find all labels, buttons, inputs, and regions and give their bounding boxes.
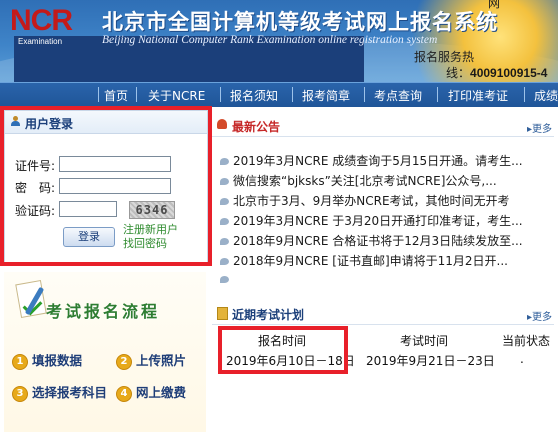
bullet-icon [220,198,229,205]
registration-process-panel: 考试报名流程 1 填报数据 2 上传照片 3 选择报考科目 4 网上缴费 [4,272,206,432]
news-item[interactable]: 2018年9月NCRE [证书直邮]申请将于11月2日开... [220,252,550,269]
news-item-empty [220,272,550,286]
phone-label: 线： [446,66,471,80]
nav-brochure[interactable]: 报考简章 [302,87,350,104]
exam-time-cell: 2019年9月21日－23日 [366,354,495,368]
corner-text: 网 [488,0,501,10]
news-header: 最新公告 ▸更多 [212,114,554,137]
more-label: 更多 [532,124,552,135]
column-header-status: 当前状态 [502,334,551,348]
site-title: 北京市全国计算机等级考试网上报名系统 [102,9,498,34]
main-nav: 首页 关于NCRE 报名须知 报考简章 考点查询 打印准考证 成绩 [0,82,558,107]
logo-text: NCR [10,4,73,37]
phone-number: 4009100915-4 [470,66,548,80]
step-online-payment[interactable]: 4 网上缴费 [116,382,186,402]
ncre-logo: NCR Examination [8,4,364,82]
step-number: 4 [116,385,132,402]
news-item-text: 2018年9月NCRE [证书直邮]申请将于11月2日开... [233,254,508,268]
news-item-text: 北京市于3月、9月举办NCRE考试，其他时间无开考 [233,194,510,208]
step-upload-photo[interactable]: 2 上传照片 [116,350,186,370]
nav-separator [98,87,99,102]
exam-more-link[interactable]: ▸更多 [527,308,552,323]
step-label: 选择报考科目 [32,385,108,400]
news-more-link[interactable]: ▸更多 [527,120,552,135]
nav-separator [292,87,293,102]
step-choose-subject[interactable]: 3 选择报考科目 [12,382,107,402]
nav-home[interactable]: 首页 [104,87,128,104]
nav-scores[interactable]: 成绩 [534,87,558,104]
bullet-icon [220,158,229,165]
site-subtitle: Beijing National Computer Rank Examinati… [102,34,438,46]
bullet-icon [220,258,229,265]
highlight-login-box [0,106,212,266]
step-label: 上传照片 [136,353,187,368]
nav-separator [364,87,365,102]
news-item-text: 2019年3月NCRE 成绩查询于5月15日开通。请考生... [233,154,523,168]
bullet-icon [220,238,229,245]
news-item[interactable]: 2019年3月NCRE 成绩查询于5月15日开通。请考生... [220,152,550,169]
form-icon [12,280,48,322]
nav-notice[interactable]: 报名须知 [230,87,278,104]
process-title: 考试报名流程 [46,302,161,321]
step-number: 1 [12,353,28,370]
news-item[interactable]: 2018年9月NCRE 合格证书将于12月3日陆续发放至... [220,232,550,249]
exam-plan-title: 近期考试计划 [232,308,305,322]
nav-separator [220,87,221,102]
exam-plan-header: 近期考试计划 ▸更多 [212,302,554,325]
step-label: 网上缴费 [136,385,187,400]
nav-print-ticket[interactable]: 打印准考证 [448,87,508,104]
news-item-text: 微信搜索“bjksks”关注[北京考试NCRE]公众号,... [233,174,497,188]
nav-venue-query[interactable]: 考点查询 [374,87,422,104]
news-item[interactable]: 北京市于3月、9月举办NCRE考试，其他时间无开考 [220,192,550,209]
calendar-icon [217,307,228,320]
news-item[interactable]: 微信搜索“bjksks”关注[北京考试NCRE]公众号,... [220,172,550,189]
column-header-exam-time: 考试时间 [400,334,449,348]
news-title: 最新公告 [232,120,281,134]
step-fill-data[interactable]: 1 填报数据 [12,350,82,370]
more-label: 更多 [532,312,552,323]
nav-separator [524,87,525,102]
bullet-icon [220,218,229,225]
news-panel: 最新公告 ▸更多 2019年3月NCRE 成绩查询于5月15日开通。请考生...… [212,114,554,294]
bullet-icon [220,178,229,185]
step-number: 2 [116,353,132,370]
status-cell: . [520,352,524,366]
site-header: NCR Examination 北京市全国计算机等级考试网上报名系统 Beiji… [0,0,558,82]
highlight-registration-time-box [218,326,348,374]
service-hotline-label: 报名服务热 [414,50,475,64]
news-item-text: 2019年3月NCRE 于3月20日开通打印准考证，考生... [233,214,523,228]
step-label: 填报数据 [32,353,83,368]
nav-separator [136,87,137,102]
news-item-text: 2018年9月NCRE 合格证书将于12月3日陆续发放至... [233,234,523,248]
news-item[interactable]: 2019年3月NCRE 于3月20日开通打印准考证，考生... [220,212,550,229]
nav-about[interactable]: 关于NCRE [148,87,205,104]
bullet-icon [220,276,229,283]
service-hotline: 线：4009100915-4 [446,64,547,81]
nav-separator [437,87,438,102]
bell-icon [217,119,227,129]
step-number: 3 [12,385,28,402]
